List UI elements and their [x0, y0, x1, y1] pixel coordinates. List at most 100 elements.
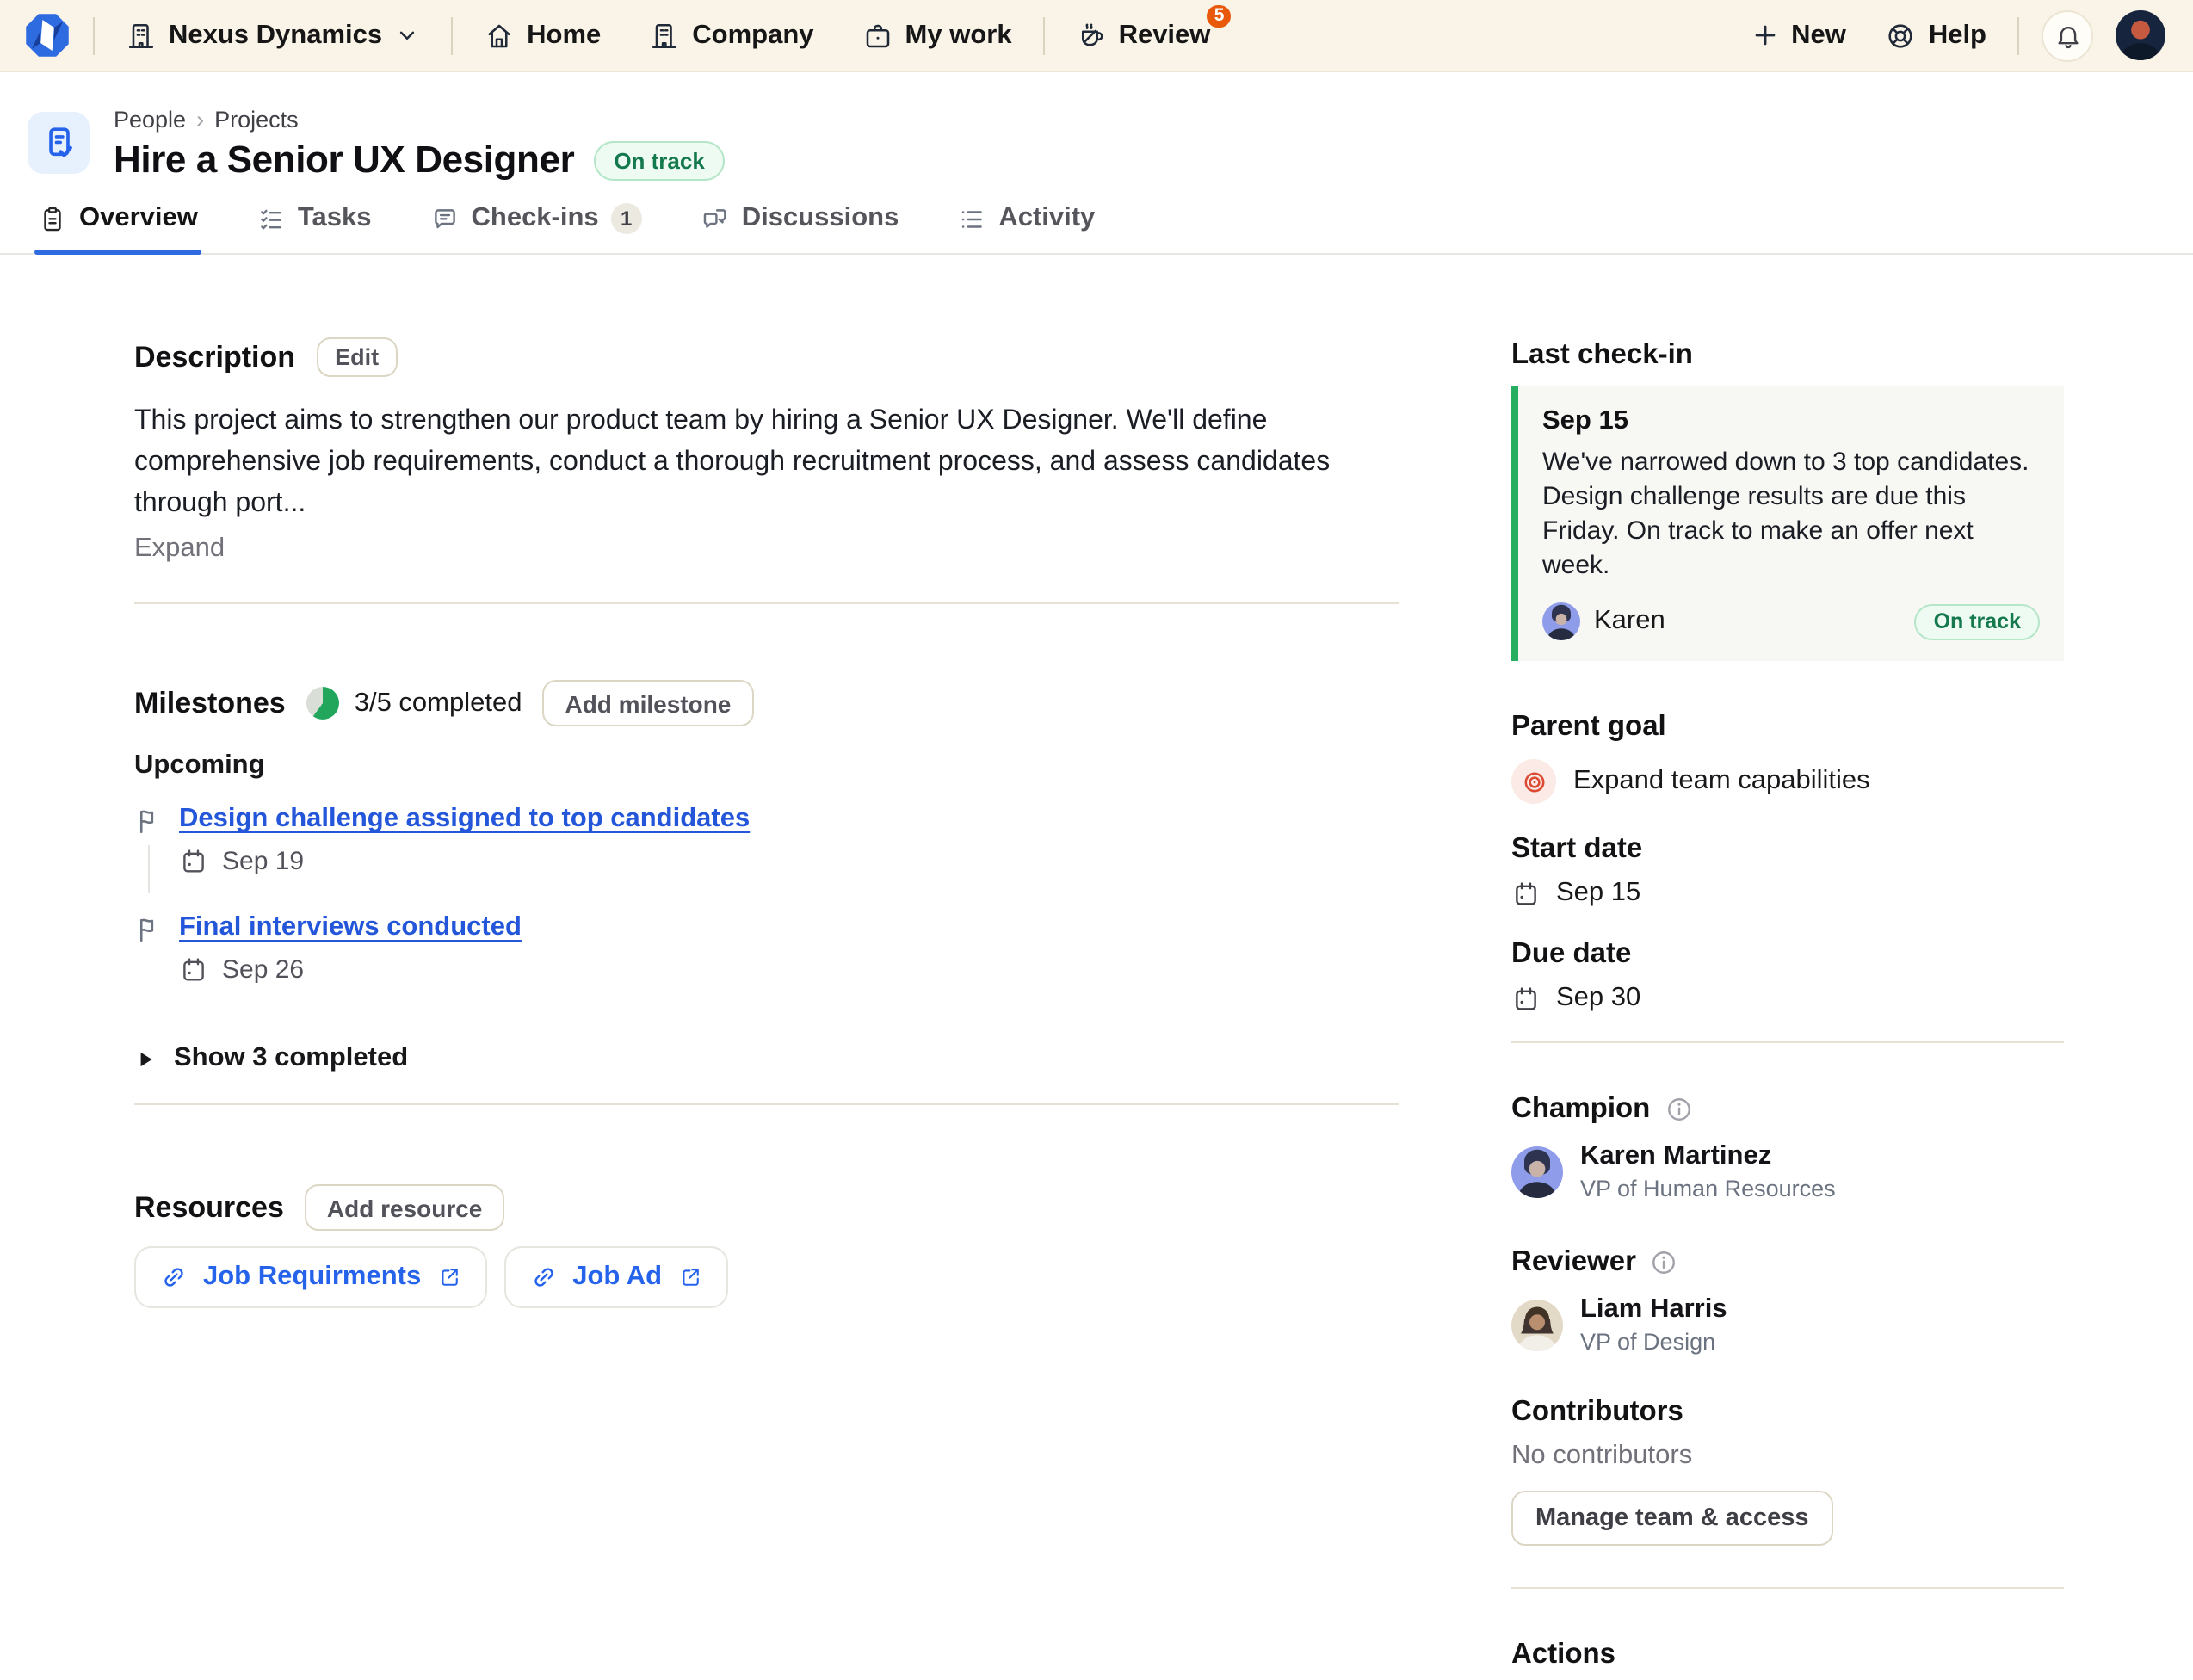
info-icon[interactable]	[1650, 1247, 1679, 1276]
tab-discussions[interactable]: Discussions	[697, 203, 903, 253]
milestone-progress-pie-icon	[306, 687, 339, 720]
divider	[1043, 16, 1045, 54]
add-resource-button[interactable]: Add resource	[305, 1184, 505, 1231]
clipboard-icon	[38, 204, 67, 233]
due-date-value: Sep 30	[1556, 983, 1640, 1014]
divider	[2017, 16, 2019, 54]
upcoming-label: Upcoming	[134, 750, 1399, 781]
checkin-author[interactable]: Karen	[1594, 606, 1665, 637]
start-date-heading: Start date	[1511, 831, 1642, 866]
app-logo-icon	[24, 12, 71, 59]
divider	[451, 16, 453, 54]
coffee-cup-icon	[1076, 20, 1107, 51]
champion-person[interactable]: Karen Martinez VP of Human Resources	[1511, 1141, 2064, 1203]
notifications-button[interactable]	[2042, 9, 2093, 61]
milestone-item: Design challenge assigned to top candida…	[134, 804, 1399, 876]
tab-overview[interactable]: Overview	[34, 203, 201, 253]
contributors-heading: Contributors	[1511, 1394, 1683, 1429]
page-title: Hire a Senior UX Designer	[114, 138, 574, 182]
breadcrumb: People › Projects	[114, 107, 726, 133]
parent-goal-item[interactable]: Expand team capabilities	[1511, 759, 2064, 804]
tab-tasks[interactable]: Tasks	[253, 203, 375, 253]
calendar-icon	[1511, 984, 1541, 1013]
tab-activity[interactable]: Activity	[954, 203, 1098, 253]
nav-home-label: Home	[527, 20, 601, 51]
project-icon	[28, 112, 90, 174]
calendar-icon	[179, 847, 208, 876]
review-count-badge: 5	[1204, 1, 1235, 30]
checkin-status-badge: On track	[1915, 603, 2040, 639]
nav-home[interactable]: Home	[475, 13, 609, 58]
nav-review[interactable]: Review 5	[1067, 13, 1220, 58]
top-nav: Nexus Dynamics Home	[0, 0, 2193, 72]
reviewer-role: VP of Design	[1580, 1327, 1727, 1356]
info-icon[interactable]	[1664, 1094, 1693, 1123]
user-avatar[interactable]	[2116, 10, 2165, 60]
flag-icon	[134, 914, 179, 945]
breadcrumb-people[interactable]: People	[114, 107, 186, 133]
nav-my-work[interactable]: My work	[854, 13, 1021, 58]
nav-company[interactable]: Company	[640, 13, 822, 58]
tab-check-ins-label: Check-ins	[472, 203, 599, 234]
last-checkin-card: Sep 15 We've narrowed down to 3 top cand…	[1511, 386, 2064, 661]
calendar-icon	[1511, 879, 1541, 908]
edit-description-button[interactable]: Edit	[316, 337, 398, 377]
new-button[interactable]: New	[1741, 13, 1855, 58]
last-checkin-heading: Last check-in	[1511, 337, 2064, 372]
external-link-icon	[677, 1265, 701, 1289]
nav-review-label: Review	[1119, 20, 1211, 51]
nav-company-label: Company	[692, 20, 813, 51]
divider	[134, 1103, 1399, 1105]
tab-overview-label: Overview	[79, 203, 198, 234]
start-date-value: Sep 15	[1556, 878, 1640, 909]
milestone-item: Final interviews conducted Sep 26	[134, 912, 1399, 985]
resource-link-job-requirments[interactable]: Job Requirments	[134, 1246, 486, 1308]
chat-bubble-icon	[430, 204, 460, 233]
chevron-down-icon	[394, 22, 420, 48]
help-button-label: Help	[1929, 20, 1986, 51]
sidebar: Last check-in Sep 15 We've narrowed down…	[1511, 255, 2064, 1680]
resource-link-job-ad[interactable]: Job Ad	[503, 1246, 727, 1308]
link-icon	[160, 1263, 188, 1291]
help-button[interactable]: Help	[1877, 13, 1995, 58]
due-date-row: Sep 30	[1511, 983, 2064, 1014]
building-icon	[649, 20, 680, 51]
reviewer-heading: Reviewer	[1511, 1245, 1636, 1279]
checklist-icon	[256, 204, 286, 233]
milestone-progress-text: 3/5 completed	[355, 688, 522, 719]
status-badge: On track	[593, 140, 726, 180]
breadcrumb-projects[interactable]: Projects	[214, 107, 299, 133]
divider	[1511, 1041, 2064, 1043]
tab-check-ins[interactable]: Check-ins 1	[427, 203, 646, 253]
milestone-link[interactable]: Design challenge assigned to top candida…	[179, 804, 750, 833]
actions-heading: Actions	[1511, 1637, 1615, 1671]
champion-role: VP of Human Resources	[1580, 1174, 1836, 1203]
divider	[93, 16, 95, 54]
breadcrumb-separator: ›	[196, 107, 204, 133]
home-icon	[484, 20, 515, 51]
tab-activity-label: Activity	[998, 203, 1095, 234]
chat-bubbles-icon	[701, 204, 730, 233]
target-icon	[1511, 759, 1556, 804]
tab-bar: Overview Tasks Check-ins 1	[0, 203, 2193, 255]
milestone-link[interactable]: Final interviews conducted	[179, 912, 522, 942]
show-completed-toggle[interactable]: Show 3 completed	[134, 1043, 408, 1074]
description-text: This project aims to strengthen our prod…	[134, 401, 1374, 525]
reviewer-person[interactable]: Liam Harris VP of Design	[1511, 1294, 2064, 1356]
org-name: Nexus Dynamics	[169, 20, 382, 51]
primary-nav: Home Company My work	[475, 13, 1020, 58]
briefcase-icon	[862, 20, 893, 51]
tab-discussions-label: Discussions	[742, 203, 899, 234]
due-date-heading: Due date	[1511, 936, 1631, 971]
triangle-right-icon	[134, 1047, 157, 1070]
manage-team-access-button[interactable]: Manage team & access	[1511, 1491, 1833, 1546]
add-milestone-button[interactable]: Add milestone	[542, 680, 753, 726]
app: Nexus Dynamics Home	[0, 0, 2193, 1680]
milestone-date: Sep 19	[222, 847, 304, 876]
building-icon	[126, 20, 157, 51]
parent-goal-label: Expand team capabilities	[1573, 766, 1870, 797]
expand-link[interactable]: Expand	[134, 534, 225, 565]
org-switcher[interactable]: Nexus Dynamics	[117, 13, 429, 58]
checkin-text: We've narrowed down to 3 top candidates.…	[1542, 446, 2040, 584]
check-ins-count-badge: 1	[611, 203, 642, 234]
